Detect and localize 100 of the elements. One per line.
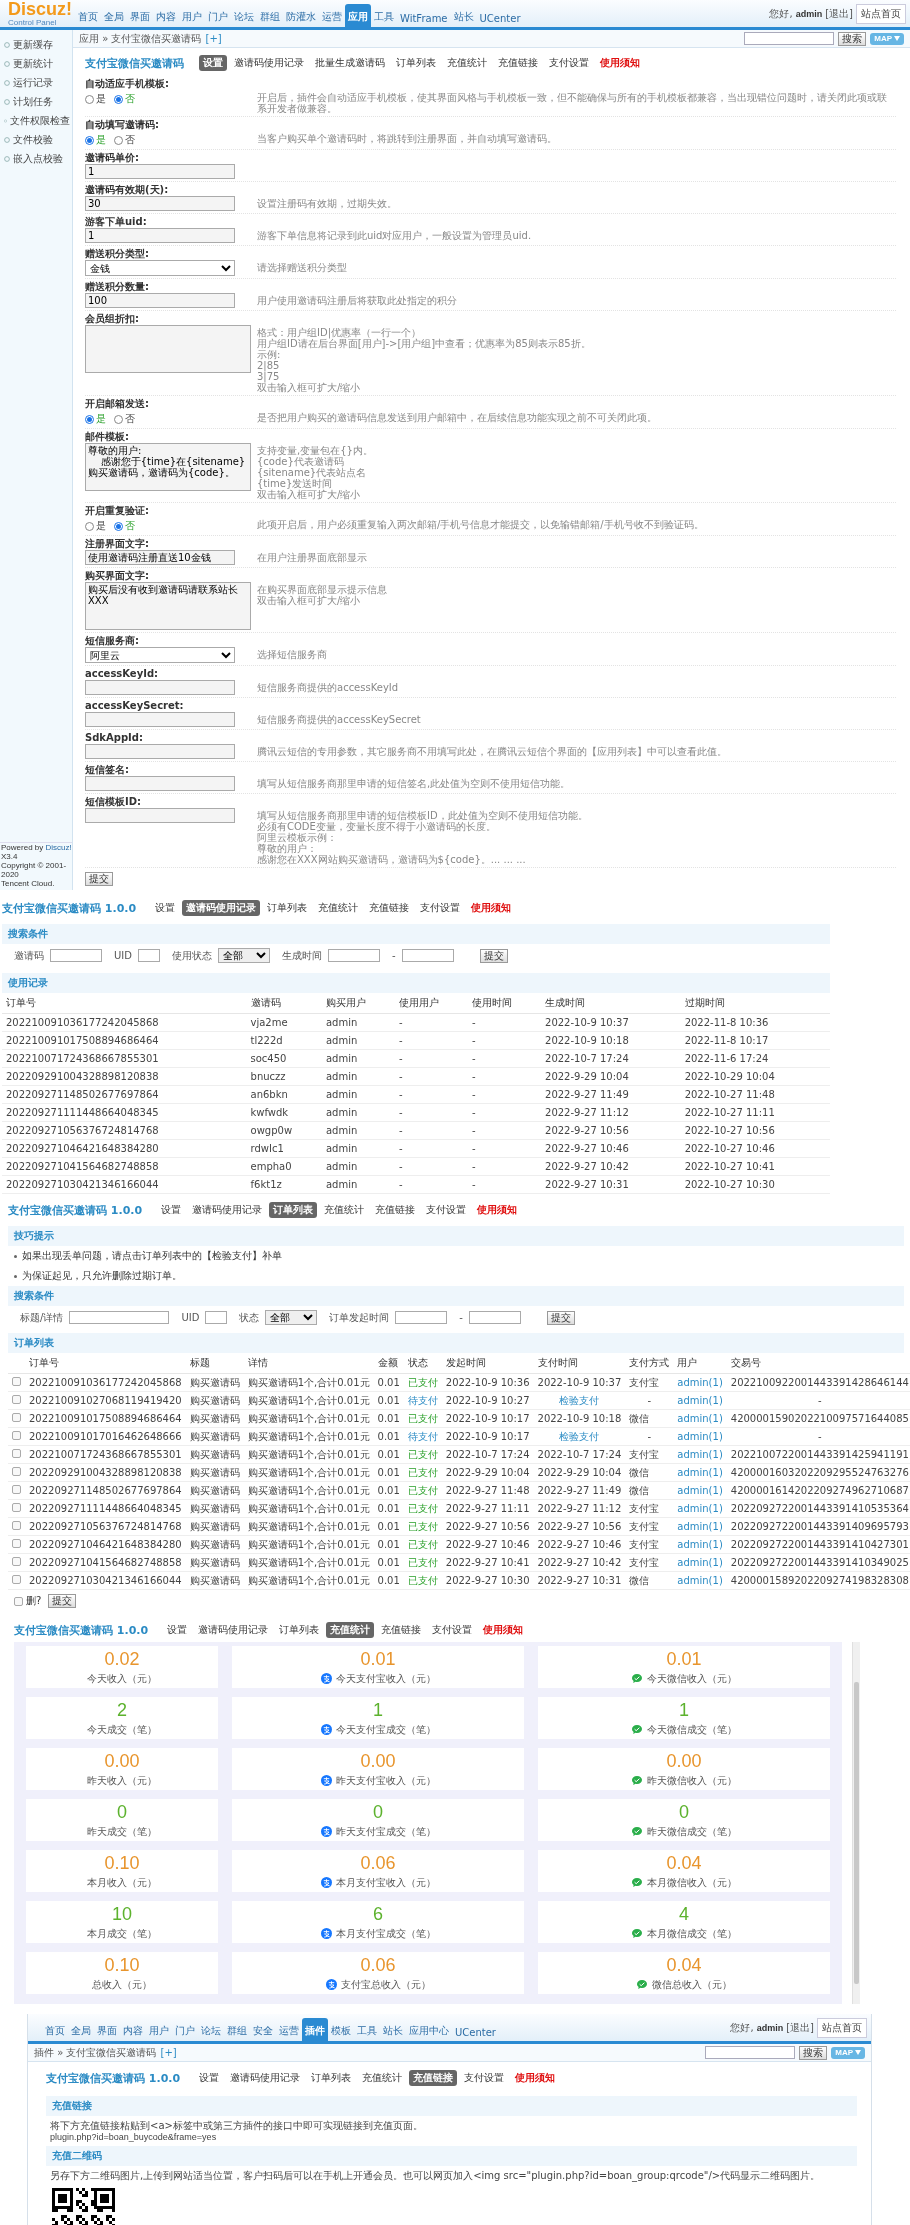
nav-tab[interactable]: 安全 [250,2021,276,2041]
search-button[interactable]: 搜索 [838,31,867,46]
sidebar-item[interactable]: 文件权限检查 [0,112,72,131]
plugin-tab[interactable]: 充值链接 [377,1622,426,1638]
sidebar-item[interactable]: 文件校验 [0,131,72,150]
nav-tab[interactable]: 应用中心 [406,2021,452,2041]
start-date-field[interactable] [395,1311,448,1324]
status-dropdown[interactable]: 全部 [217,948,270,963]
plugin-tab[interactable]: 支付设置 [422,1202,471,1218]
user-link[interactable]: admin(1) [677,1539,723,1550]
nav-tab[interactable]: 首页 [42,2021,68,2041]
nav-tab[interactable]: WitFrame [397,10,451,27]
start-date-field[interactable] [327,949,380,962]
search-field[interactable] [69,1311,170,1324]
search-field[interactable] [705,2046,796,2059]
text-area[interactable]: 尊敬的用户: 感谢您于{time}在{sitename}购买邀请码，邀请码为{code}。 [85,443,251,491]
row-checkbox[interactable] [12,1431,21,1440]
nav-tab[interactable]: 界面 [127,7,153,27]
nav-tab[interactable]: 内容 [120,2021,146,2041]
sidebar-item[interactable]: 更新统计 [0,55,72,74]
text-field[interactable]: 30 [85,196,235,211]
plugin-tab[interactable]: 充值统计 [443,55,491,71]
plugin-tab[interactable]: 充值统计 [314,900,363,916]
plugin-tab[interactable]: 设置 [151,900,180,916]
text-field[interactable] [85,712,235,727]
nav-tab[interactable]: 站长 [450,7,477,27]
plugin-tab[interactable]: 使用须知 [511,2070,560,2086]
nav-tab[interactable]: 论坛 [198,2021,224,2041]
plugin-tab[interactable]: 邀请码使用记录 [182,900,261,916]
sidebar-item[interactable]: 更新缓存 [0,36,72,55]
user-link[interactable]: admin(1) [677,1503,723,1514]
dropdown[interactable]: 金钱 [85,260,235,276]
row-checkbox[interactable] [12,1557,21,1566]
plugin-tab[interactable]: 订单列表 [307,2070,356,2086]
add-shortcut-link[interactable]: [+] [160,2047,177,2058]
text-field[interactable] [85,776,235,791]
nav-tab[interactable]: 论坛 [231,7,257,27]
text-field[interactable] [85,808,235,823]
text-area[interactable] [85,325,251,373]
row-checkbox[interactable] [12,1485,21,1494]
radio-button[interactable] [114,94,123,104]
submit-button[interactable]: 提交 [48,1594,77,1608]
submit-button[interactable]: 提交 [479,948,508,963]
row-checkbox[interactable] [12,1395,21,1404]
user-link[interactable]: admin(1) [677,1485,723,1496]
row-checkbox[interactable] [12,1449,21,1458]
row-checkbox[interactable] [12,1413,21,1422]
nav-tab[interactable]: 应用 [345,4,371,27]
text-field[interactable] [85,744,235,759]
nav-tab[interactable]: 门户 [172,2021,198,2041]
nav-tab[interactable]: 防灌水 [283,7,319,27]
plugin-tab[interactable]: 邀请码使用记录 [230,55,308,71]
radio-button[interactable] [85,414,94,424]
nav-tab[interactable]: 界面 [94,2021,120,2041]
nav-tab[interactable]: 运营 [276,2021,302,2041]
plugin-tab[interactable]: 设置 [157,1202,186,1218]
nav-tab[interactable]: 全局 [68,2021,94,2041]
row-checkbox[interactable] [12,1575,21,1584]
user-link[interactable]: admin(1) [677,1395,723,1406]
plugin-tab[interactable]: 设置 [195,2070,224,2086]
nav-tab[interactable]: 用户 [146,2021,172,2041]
site-home-button[interactable]: 站点首页 [856,4,906,24]
radio-button[interactable] [85,94,94,104]
radio-button[interactable] [85,521,94,531]
plugin-tab[interactable]: 充值统计 [320,1202,369,1218]
plugin-tab[interactable]: 支付设置 [428,1622,477,1638]
plugin-tab[interactable]: 充值统计 [358,2070,407,2086]
plugin-tab[interactable]: 使用须知 [473,1202,522,1218]
row-checkbox[interactable] [12,1503,21,1512]
plugin-tab[interactable]: 设置 [163,1622,192,1638]
plugin-tab[interactable]: 设置 [199,55,227,71]
plugin-tab[interactable]: 使用须知 [596,55,644,71]
user-link[interactable]: admin(1) [677,1377,723,1388]
user-link[interactable]: admin(1) [677,1467,723,1478]
plugin-tab[interactable]: 使用须知 [467,900,516,916]
logout-link[interactable]: [退出] [786,2021,814,2035]
user-link[interactable]: admin(1) [677,1521,723,1532]
submit-button[interactable]: 提交 [546,1310,575,1325]
end-date-field[interactable] [468,1311,521,1324]
nav-tab[interactable]: 运营 [319,7,345,27]
uid-field[interactable] [205,1311,228,1324]
plugin-tab[interactable]: 充值链接 [409,2070,458,2086]
plugin-tab[interactable]: 支付设置 [416,900,465,916]
plugin-tab[interactable]: 充值链接 [371,1202,420,1218]
user-link[interactable]: admin(1) [677,1431,723,1442]
radio-button[interactable] [114,521,123,531]
sidebar-item[interactable]: 嵌入点校验 [0,150,72,169]
search-field[interactable] [744,32,835,45]
row-checkbox[interactable] [12,1467,21,1476]
sidebar-item[interactable]: 运行记录 [0,74,72,93]
status-dropdown[interactable]: 全部 [265,1310,318,1325]
nav-tab[interactable]: 插件 [302,2018,328,2041]
text-area[interactable]: 购买后没有收到邀请码请联系站长XXX [85,582,251,630]
text-field[interactable]: 1 [85,228,235,243]
dropdown[interactable]: 阿里云 [85,647,235,663]
plugin-tab[interactable]: 使用须知 [479,1622,528,1638]
nav-tab[interactable]: 工具 [371,7,397,27]
plugin-tab[interactable]: 订单列表 [263,900,312,916]
submit-button[interactable]: 提交 [85,872,113,886]
plugin-tab[interactable]: 邀请码使用记录 [194,1622,273,1638]
